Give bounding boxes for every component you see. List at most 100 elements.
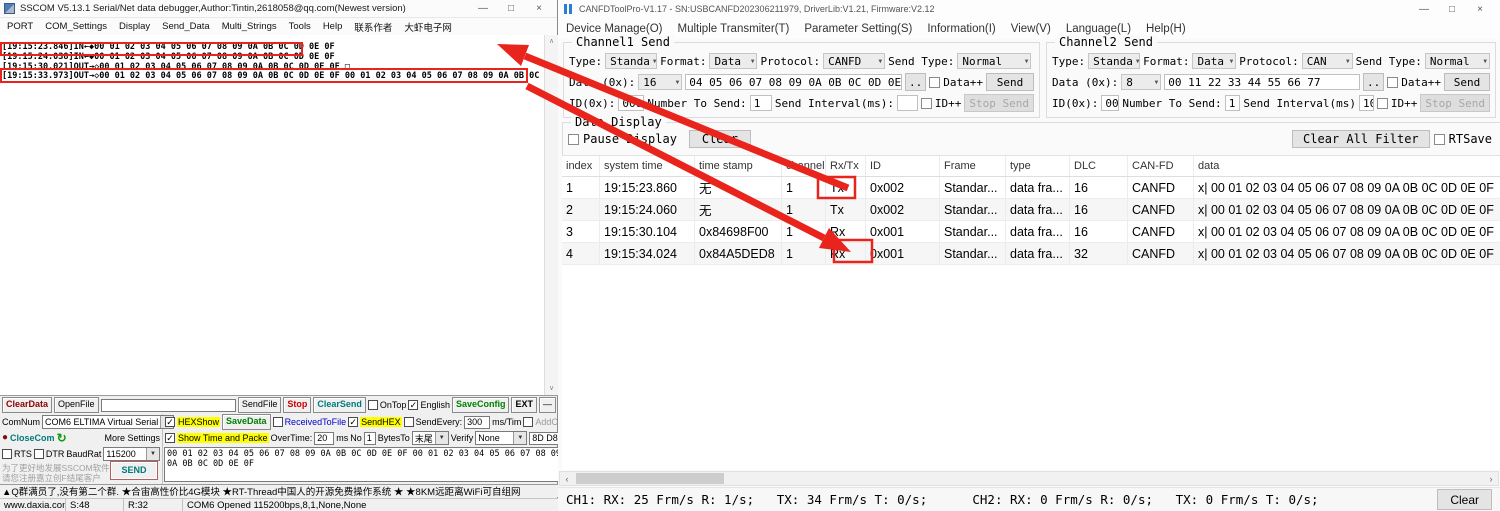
canfd-menu-item-2[interactable]: Parameter Setting(S): [804, 23, 912, 35]
english-checkbox[interactable]: ✓: [408, 400, 418, 410]
column-header-channel[interactable]: channel: [782, 156, 826, 176]
close-icon[interactable]: ×: [1466, 2, 1494, 17]
column-header-rx-tx[interactable]: Rx/Tx: [826, 156, 866, 176]
clear-statistics-button[interactable]: Clear: [1437, 489, 1492, 510]
column-header-index[interactable]: index: [562, 156, 600, 176]
maximize-icon[interactable]: □: [497, 1, 525, 16]
scroll-down-icon[interactable]: ∨: [545, 382, 558, 395]
column-header-frame[interactable]: Frame: [940, 156, 1006, 176]
com-port-select[interactable]: COM6 ELTIMA Virtual Serial ▼: [42, 415, 174, 429]
frames-table[interactable]: indexsystem timetime stampchannelRx/TxID…: [562, 155, 1500, 470]
sscom-menu-item-7[interactable]: 联系作者: [354, 20, 392, 34]
send-file-button[interactable]: SendFile: [238, 397, 282, 413]
scroll-left-icon[interactable]: ‹: [560, 474, 574, 484]
receive-area[interactable]: [19:15:23.846]IN←◆00 01 02 03 04 05 06 0…: [0, 35, 558, 396]
close-com-button[interactable]: CloseCom: [10, 433, 55, 443]
maximize-icon[interactable]: □: [1438, 2, 1466, 17]
scrollbar-thumb[interactable]: [576, 473, 724, 484]
table-horizontal-scrollbar[interactable]: ‹ ›: [559, 471, 1499, 486]
canfd-menu-item-5[interactable]: Language(L): [1066, 23, 1131, 35]
sscom-menu-item-3[interactable]: Send_Data: [162, 21, 210, 32]
canfd-menu-item-0[interactable]: Device Manage(O): [566, 23, 663, 35]
column-header-id[interactable]: ID: [866, 156, 940, 176]
send-every-input[interactable]: [464, 416, 490, 429]
table-row[interactable]: 119:15:23.860无1Tx0x002Standar...data fra…: [562, 177, 1500, 199]
column-header-time-stamp[interactable]: time stamp: [695, 156, 782, 176]
clear-data-button[interactable]: ClearData: [2, 397, 52, 413]
save-config-button[interactable]: SaveConfig: [452, 397, 510, 413]
ch1-id-increment-checkbox[interactable]: [921, 98, 932, 109]
sendhex-checkbox[interactable]: ✓: [348, 417, 358, 427]
sscom-menu-item-0[interactable]: PORT: [7, 21, 33, 32]
canfd-menu-item-1[interactable]: Multiple Transmiter(T): [678, 23, 790, 35]
clear-all-filter-button[interactable]: Clear All Filter: [1292, 130, 1430, 148]
send-data-input[interactable]: 00 01 02 03 04 05 06 07 08 09 0A 0B 0C 0…: [164, 447, 577, 482]
ch1-protocol-select[interactable]: CANFD▼: [823, 53, 885, 69]
ch2-format-select[interactable]: Data▼: [1192, 53, 1236, 69]
sscom-menu-item-4[interactable]: Multi_Strings: [222, 21, 277, 32]
ch2-protocol-select[interactable]: CAN▼: [1302, 53, 1353, 69]
stop-button[interactable]: Stop: [283, 397, 311, 413]
minimize-icon[interactable]: —: [469, 1, 497, 16]
canfd-title-bar[interactable]: CANFDToolPro-V1.17 - SN:USBCANFD20230621…: [558, 0, 1500, 18]
baud-select[interactable]: 115200 ▼: [103, 447, 160, 461]
ch2-data-input[interactable]: 00 11 22 33 44 55 66 77: [1164, 74, 1360, 90]
refresh-ports-icon[interactable]: ↻: [57, 432, 67, 444]
canfd-menu-item-3[interactable]: Information(I): [927, 23, 995, 35]
sscom-menu-item-6[interactable]: Help: [323, 21, 343, 32]
file-path-input[interactable]: [101, 399, 236, 412]
sscom-menu-item-5[interactable]: Tools: [289, 21, 311, 32]
ch1-data-increment-checkbox[interactable]: [929, 77, 940, 88]
column-header-dlc[interactable]: DLC: [1070, 156, 1128, 176]
ch1-send-button[interactable]: Send: [986, 73, 1034, 91]
pause-display-checkbox[interactable]: [568, 134, 579, 145]
open-file-button[interactable]: OpenFile: [54, 397, 99, 413]
ch2-type-select[interactable]: Standa▼: [1088, 53, 1140, 69]
ch2-more-data-button[interactable]: ..: [1363, 73, 1384, 91]
clear-display-button[interactable]: Clear: [689, 130, 751, 148]
ontop-checkbox[interactable]: [368, 400, 378, 410]
bytes-to-select[interactable]: 末尾 ▼: [412, 431, 449, 445]
receive-scrollbar[interactable]: ∧ ∨: [544, 35, 558, 395]
send-button[interactable]: SEND: [110, 461, 158, 480]
sscom-menu-item-2[interactable]: Display: [119, 21, 150, 32]
scroll-up-icon[interactable]: ∧: [545, 35, 558, 48]
ch2-number-input[interactable]: 1: [1225, 95, 1241, 111]
ch1-stop-send-button[interactable]: Stop Send: [964, 94, 1034, 112]
more-settings-button[interactable]: More Settings: [104, 433, 160, 443]
ch1-dlc-select[interactable]: 16▼: [638, 74, 682, 90]
canfd-menu-item-4[interactable]: View(V): [1011, 23, 1051, 35]
overtime-input[interactable]: [314, 432, 334, 445]
ch1-id-input[interactable]: 00002: [618, 95, 644, 111]
ch1-number-input[interactable]: 1: [750, 95, 772, 111]
status-site[interactable]: www.daxia.com: [0, 499, 66, 511]
column-header-can-fd[interactable]: CAN-FD: [1128, 156, 1194, 176]
ext-button[interactable]: EXT: [511, 397, 537, 413]
table-row[interactable]: 219:15:24.060无1Tx0x002Standar...data fra…: [562, 199, 1500, 221]
sscom-menu-item-1[interactable]: COM_Settings: [45, 21, 107, 32]
dtr-checkbox[interactable]: [34, 449, 44, 459]
minimize-icon[interactable]: —: [1410, 2, 1438, 17]
ch1-more-data-button[interactable]: ..: [905, 73, 926, 91]
sscom-title-bar[interactable]: SSCOM V5.13.1 Serial/Net data debugger,A…: [0, 0, 557, 18]
ch1-type-select[interactable]: Standa▼: [605, 53, 657, 69]
save-data-button[interactable]: SaveData: [222, 414, 271, 430]
ch2-send-button[interactable]: Send: [1444, 73, 1490, 91]
rts-checkbox[interactable]: [2, 449, 12, 459]
ch1-interval-input[interactable]: [897, 95, 918, 111]
column-header-type[interactable]: type: [1006, 156, 1070, 176]
verify-select[interactable]: None ▼: [475, 431, 527, 445]
clear-send-button[interactable]: ClearSend: [313, 397, 366, 413]
canfd-menu-item-6[interactable]: Help(H): [1146, 23, 1186, 35]
sscom-menu-item-8[interactable]: 大虾电子网: [404, 20, 452, 34]
ch1-format-select[interactable]: Data▼: [709, 53, 757, 69]
received-to-file-checkbox[interactable]: [273, 417, 283, 427]
table-row[interactable]: 419:15:34.0240x84A5DED81Rx0x001Standar..…: [562, 243, 1500, 265]
ch2-id-increment-checkbox[interactable]: [1377, 98, 1388, 109]
send-every-checkbox[interactable]: [404, 417, 414, 427]
show-time-checkbox[interactable]: ✓: [165, 433, 175, 443]
ch2-id-input[interactable]: 00001: [1101, 95, 1119, 111]
hexshow-checkbox[interactable]: ✓: [165, 417, 175, 427]
ch2-interval-input[interactable]: 10: [1359, 95, 1374, 111]
rtsave-checkbox[interactable]: [1434, 134, 1445, 145]
